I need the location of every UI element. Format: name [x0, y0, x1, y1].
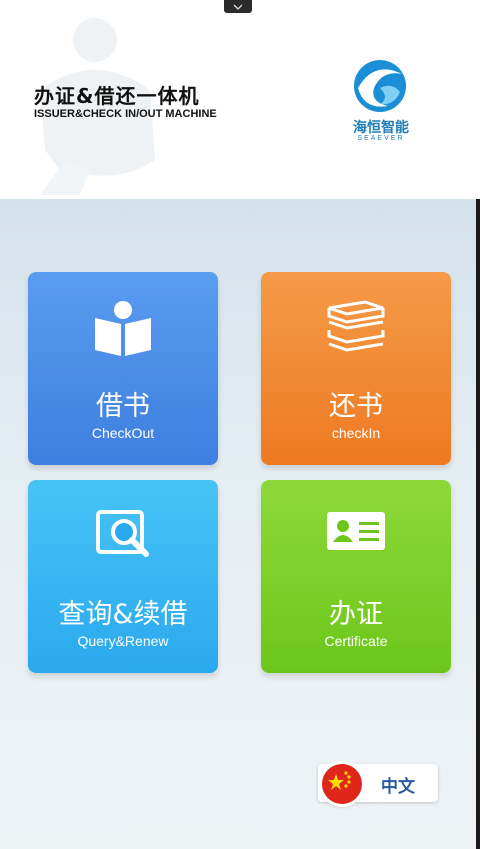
logo-text-cn: 海恒智能	[353, 120, 409, 136]
header: 办证&借还一体机 ISSUER&CHECK IN/OUT MACHINE 海恒智…	[0, 0, 480, 199]
id-card-icon	[327, 512, 385, 550]
checkout-button[interactable]: 借书 CheckOut	[28, 272, 218, 465]
query-renew-label-en: Query&Renew	[77, 633, 169, 649]
app-title: 办证&借还一体机	[34, 84, 200, 108]
app-subtitle: ISSUER&CHECK IN/OUT MACHINE	[34, 108, 217, 120]
search-book-icon	[96, 510, 149, 557]
language-label[interactable]: 中文	[370, 772, 426, 797]
open-book-icon	[95, 301, 151, 356]
checkin-button[interactable]: 还书 checkIn	[261, 272, 451, 465]
checkout-label-en: CheckOut	[91, 425, 155, 441]
certificate-label-en: Certificate	[324, 633, 388, 649]
checkin-label-en: checkIn	[331, 425, 381, 441]
chevron-down-icon[interactable]	[224, 0, 252, 13]
query-renew-label-cn: 查询&续借	[58, 599, 188, 630]
logo-text-en: SEAEVER	[357, 135, 405, 142]
certificate-button[interactable]: 办证 Certificate	[261, 480, 451, 673]
query-renew-button[interactable]: 查询&续借 Query&Renew	[28, 480, 218, 673]
checkout-label-cn: 借书	[96, 391, 150, 422]
china-flag-icon[interactable]	[322, 764, 362, 804]
window-edge	[476, 199, 480, 849]
checkin-label-cn: 还书	[329, 391, 383, 422]
book-stack-icon	[327, 300, 385, 352]
certificate-label-cn: 办证	[329, 599, 383, 630]
